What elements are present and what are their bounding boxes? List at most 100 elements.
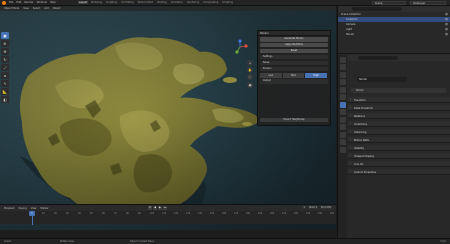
outliner-row[interactable]: Terrain 👁 bbox=[338, 32, 450, 37]
playback-menu[interactable]: Playback bbox=[4, 207, 15, 210]
start-frame-field[interactable]: Start 1 bbox=[308, 206, 319, 209]
tab-rendering[interactable]: Rendering bbox=[186, 1, 200, 4]
frame-ruler[interactable]: 0102030405060708090100110120130140150160… bbox=[0, 212, 336, 217]
properties-search-input[interactable] bbox=[358, 56, 398, 60]
tab-sculpting[interactable]: Sculpting bbox=[105, 1, 118, 4]
cursor-icon[interactable]: ⊕ bbox=[1, 40, 9, 47]
tab-shading[interactable]: Shading bbox=[156, 1, 168, 4]
erosion-section[interactable]: Erosion bbox=[260, 66, 328, 72]
measure-icon[interactable]: 📐 bbox=[1, 88, 9, 95]
world-tab-icon[interactable] bbox=[339, 94, 346, 100]
menu-help[interactable]: Help bbox=[50, 1, 56, 4]
property-section[interactable]: › Delta Transform bbox=[348, 105, 450, 111]
menu-window[interactable]: Window bbox=[37, 1, 47, 4]
tool-tab-icon[interactable] bbox=[339, 56, 346, 63]
particles-tab-icon[interactable] bbox=[339, 116, 346, 123]
property-section-label: Motion Paths bbox=[354, 138, 370, 142]
tab-uv-editing[interactable]: UV Editing bbox=[120, 1, 134, 4]
outliner-search-input[interactable] bbox=[352, 7, 402, 11]
object-name-field[interactable]: Terrain bbox=[357, 77, 407, 82]
output-section[interactable]: Output bbox=[260, 79, 328, 84]
quality-high[interactable]: High bbox=[305, 72, 329, 78]
timeline-view-menu[interactable]: View bbox=[31, 207, 37, 210]
data-tab-icon[interactable] bbox=[339, 139, 346, 145]
material-tab-icon[interactable] bbox=[339, 146, 346, 153]
keying-menu[interactable]: Keying bbox=[19, 207, 27, 210]
jump-start-icon[interactable]: ⏮ bbox=[148, 206, 152, 210]
object-data-field[interactable]: Terrain bbox=[351, 88, 446, 93]
property-section[interactable]: › Relations bbox=[348, 113, 450, 119]
outliner-row-label: Camera bbox=[346, 23, 356, 27]
visibility-eye-icon[interactable]: 👁 bbox=[445, 33, 448, 36]
menu-render[interactable]: Render bbox=[24, 1, 33, 4]
visibility-eye-icon[interactable]: 👁 bbox=[445, 13, 448, 16]
scene-selector[interactable]: Scene bbox=[372, 1, 406, 5]
object-tab-icon[interactable] bbox=[339, 101, 346, 108]
add-cube-icon[interactable]: ◧ bbox=[1, 96, 9, 103]
tab-compositing[interactable]: Compositing bbox=[202, 1, 219, 4]
settings-section[interactable]: Settings bbox=[260, 54, 328, 60]
tab-animation[interactable]: Animation bbox=[170, 1, 184, 4]
tab-scripting[interactable]: Scripting bbox=[221, 1, 234, 4]
property-section[interactable]: › Viewport Display bbox=[348, 153, 450, 159]
visibility-eye-icon[interactable]: 👁 bbox=[445, 18, 448, 21]
scale-icon[interactable]: ⤢ bbox=[1, 64, 9, 71]
jump-end-icon[interactable]: ⏭ bbox=[163, 206, 167, 210]
camera-view-icon[interactable]: 🎥 bbox=[247, 74, 253, 81]
object-menu[interactable]: Object bbox=[53, 7, 61, 10]
menu-edit[interactable]: Edit bbox=[16, 1, 21, 4]
pan-icon[interactable]: ✋ bbox=[247, 67, 253, 74]
play-icon[interactable]: ▶ bbox=[158, 206, 162, 210]
end-frame-field[interactable]: End 250 bbox=[320, 206, 332, 209]
frame-tick-label: 210 bbox=[282, 212, 287, 215]
apply-modifiers-button[interactable]: Apply Modifiers bbox=[260, 42, 328, 48]
view-layer-tab-icon[interactable] bbox=[339, 79, 346, 85]
physics-tab-icon[interactable] bbox=[339, 124, 346, 130]
output-tab-icon[interactable] bbox=[339, 71, 346, 78]
quality-low[interactable]: Low bbox=[260, 72, 283, 78]
annotate-icon[interactable]: ✎ bbox=[1, 80, 9, 87]
render-tab-icon[interactable] bbox=[339, 64, 346, 70]
quality-med[interactable]: Med bbox=[282, 72, 306, 78]
property-section[interactable]: › Line Art bbox=[348, 161, 450, 167]
play-reverse-icon[interactable]: ◀ bbox=[153, 206, 157, 210]
object-mode-dropdown[interactable]: Object Mode bbox=[4, 7, 19, 10]
tab-modeling[interactable]: Modeling bbox=[90, 1, 103, 4]
3d-viewport[interactable]: Object Mode View Select Add Object ▣ ⊕ ✥… bbox=[0, 6, 336, 230]
scene-tab-icon[interactable] bbox=[339, 86, 346, 93]
select-menu[interactable]: Select bbox=[33, 7, 40, 10]
current-frame-field[interactable]: 1 bbox=[302, 206, 306, 209]
noise-section[interactable]: Noise bbox=[260, 60, 328, 66]
tool-shelf: ▣ ⊕ ✥ ↻ ⤢ ⧈ ✎ 📐 ◧ bbox=[1, 32, 9, 126]
navigation-gizmo[interactable] bbox=[232, 39, 248, 55]
property-section[interactable]: › Visibility bbox=[348, 145, 450, 151]
view-layer-selector[interactable]: ViewLayer bbox=[410, 1, 446, 5]
move-icon[interactable]: ✥ bbox=[1, 48, 9, 55]
property-section[interactable]: › Collections bbox=[348, 121, 450, 127]
panel-title: Terrain bbox=[258, 31, 330, 36]
select-icon[interactable]: ▣ bbox=[1, 32, 9, 39]
export-heightmap-button[interactable]: Export Heightmap bbox=[260, 117, 328, 122]
marker-menu[interactable]: Marker bbox=[40, 207, 48, 210]
tab-texture-paint[interactable]: Texture Paint bbox=[137, 1, 154, 4]
transform-icon[interactable]: ⧈ bbox=[1, 72, 9, 79]
frame-tick-label: 170 bbox=[234, 212, 239, 215]
menu-file[interactable]: File bbox=[9, 1, 13, 4]
add-menu[interactable]: Add bbox=[44, 7, 49, 10]
property-section[interactable]: › Instancing bbox=[348, 129, 450, 135]
rotate-icon[interactable]: ↻ bbox=[1, 56, 9, 63]
reset-button[interactable]: Reset bbox=[260, 48, 328, 54]
tab-layout[interactable]: Layout bbox=[78, 1, 89, 5]
view-menu[interactable]: View bbox=[23, 7, 29, 10]
constraints-tab-icon[interactable] bbox=[339, 131, 346, 138]
generate-terrain-button[interactable]: Generate Terrain bbox=[260, 37, 328, 42]
zoom-icon[interactable]: + bbox=[247, 60, 253, 66]
modifier-tab-icon[interactable] bbox=[339, 109, 346, 115]
visibility-eye-icon[interactable]: 👁 bbox=[445, 28, 448, 31]
blender-logo-icon[interactable] bbox=[2, 1, 6, 5]
property-section[interactable]: › Motion Paths bbox=[348, 137, 450, 143]
property-section[interactable]: › Transform bbox=[348, 97, 450, 103]
property-section[interactable]: › Custom Properties bbox=[348, 169, 450, 175]
visibility-eye-icon[interactable]: 👁 bbox=[445, 23, 448, 26]
ortho-toggle-icon[interactable]: ▦ bbox=[247, 81, 253, 88]
